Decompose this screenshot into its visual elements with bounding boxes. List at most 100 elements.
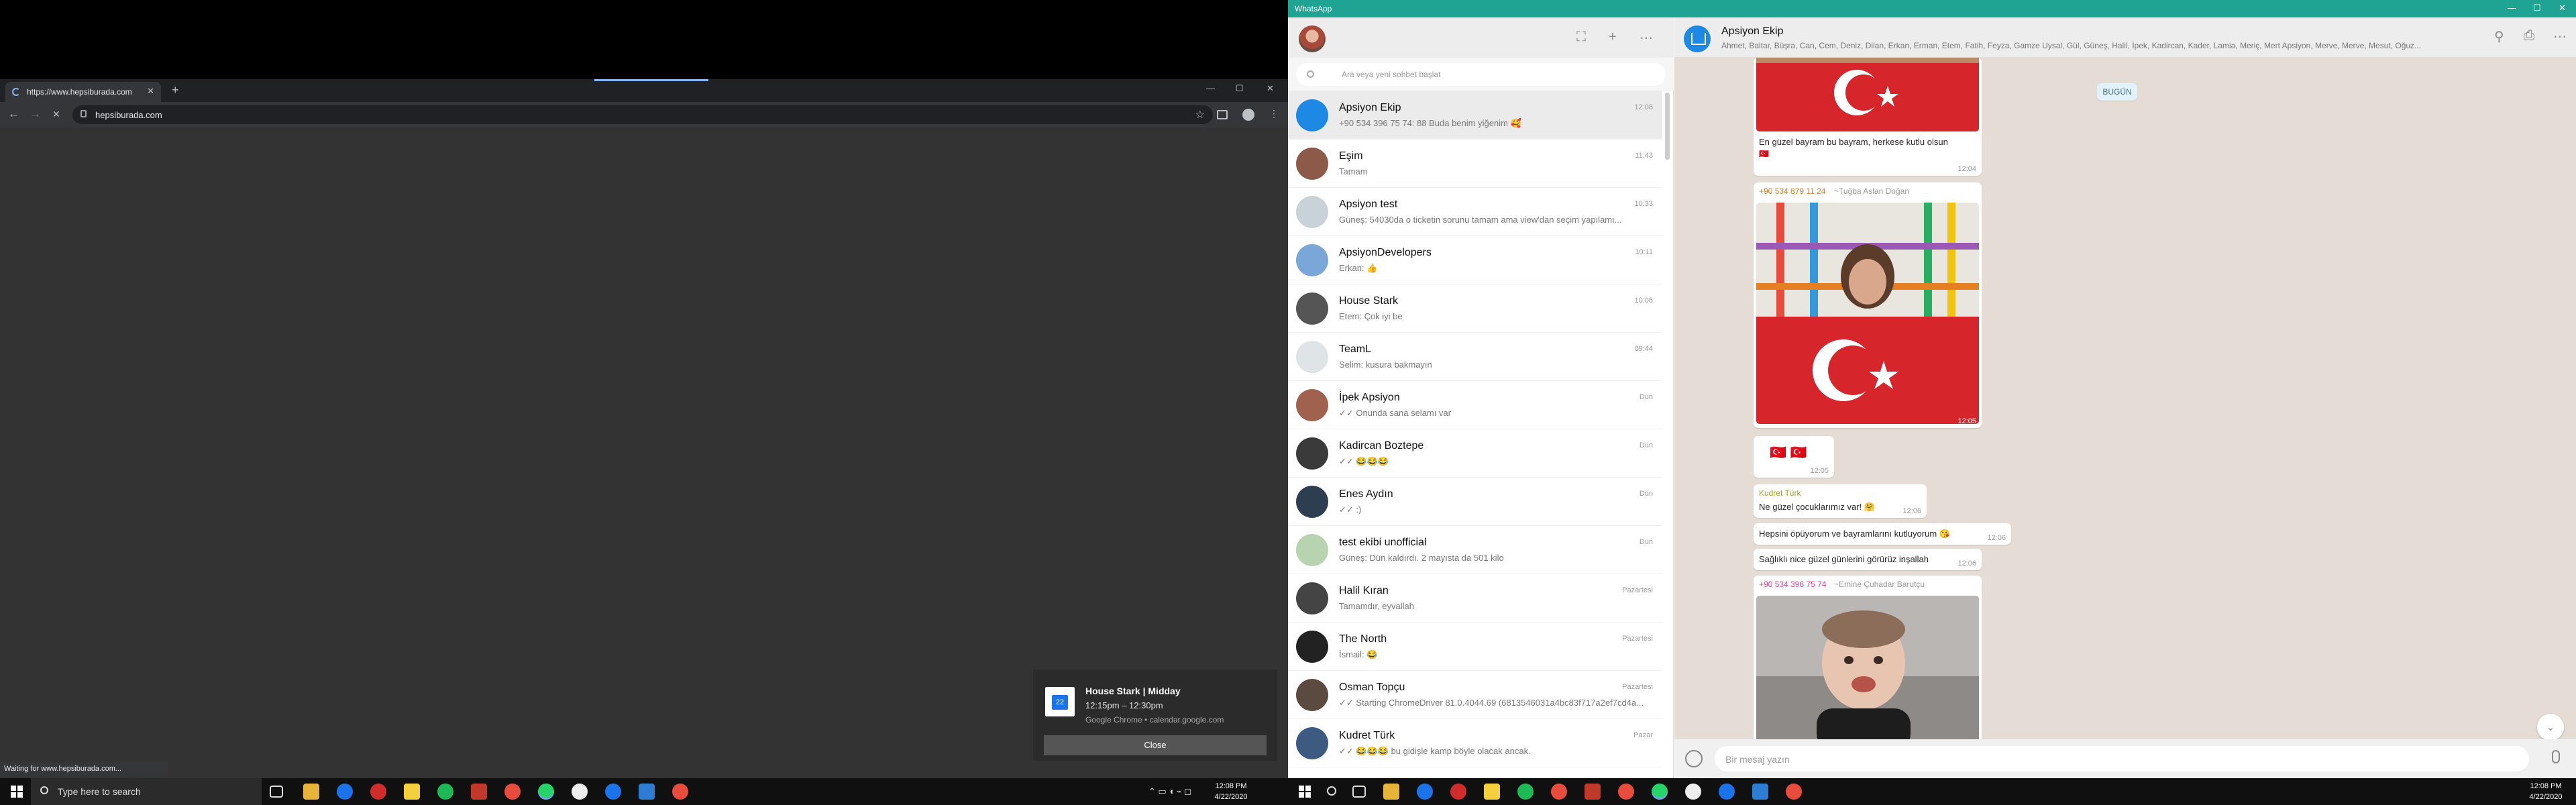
- chat-name: test ekibi unofficial: [1339, 537, 1427, 548]
- message-bubble[interactable]: Kudret Türk Ne güzel çocuklarımız var! 🤗…: [1754, 484, 1927, 518]
- opera-icon[interactable]: [370, 784, 386, 800]
- taskbar-search-placeholder: Type here to search: [58, 786, 141, 797]
- file-explorer-icon[interactable]: [303, 784, 319, 800]
- postman-icon[interactable]: [1752, 784, 1768, 800]
- bookmark-star-icon[interactable]: ☆: [1195, 108, 1205, 121]
- chat-list-item[interactable]: Osman Topçu Pazartesi ✓✓ Starting ChromeDr…: [1288, 671, 1662, 719]
- system-tray-icons[interactable]: ⌃ ▭ ◖ ⌁ ◻: [1148, 786, 1191, 797]
- app-icon[interactable]: [1685, 784, 1701, 800]
- windows-start-icon[interactable]: [1299, 786, 1311, 798]
- new-tab-button[interactable]: +: [172, 83, 179, 97]
- whatsapp-icon[interactable]: [1652, 784, 1668, 800]
- search-icon[interactable]: ⚲: [2494, 28, 2504, 45]
- profile-avatar-icon[interactable]: [1242, 109, 1254, 121]
- chat-list-scrollbar[interactable]: [1665, 93, 1670, 160]
- address-bar[interactable]: hepsiburada.com ☆: [72, 105, 1213, 124]
- chat-list-item[interactable]: TeamL 09:44 Selim: kusura bakmayın: [1288, 333, 1662, 381]
- chrome-icon[interactable]: [1551, 784, 1567, 800]
- chat-list-item[interactable]: Eşim 11:43 Tamam: [1288, 140, 1662, 188]
- chat-list-item[interactable]: The North Pazartesi İsmail: 😂: [1288, 623, 1662, 671]
- chrome-icon-2[interactable]: [672, 784, 688, 800]
- chrome-icon-2[interactable]: [1618, 784, 1634, 800]
- message-sender-phone: +90 534 879 11 24: [1759, 186, 1826, 196]
- task-view-icon[interactable]: [1352, 786, 1366, 798]
- extension-icon[interactable]: [1217, 110, 1228, 119]
- close-window-button[interactable]: ✕: [1267, 83, 1274, 94]
- forward-button[interactable]: →: [30, 107, 41, 121]
- message-bubble[interactable]: +90 534 879 11 24 ~Tuğba Aslan Doğan 12:…: [1754, 182, 1982, 428]
- chat-search-input[interactable]: Ara veya yeni sohbet başlat: [1296, 63, 1666, 86]
- task-view-icon[interactable]: [270, 786, 283, 798]
- maximize-button[interactable]: ☐: [2533, 3, 2541, 13]
- chat-list-item[interactable]: Halil Kıran Pazartesi Tamamdır, eyvallah: [1288, 574, 1662, 623]
- baby-photo[interactable]: [1756, 596, 1979, 739]
- message-list: En güzel bayram bu bayram, herkese kutlu…: [1674, 58, 2576, 739]
- chat-list-item[interactable]: test ekibi unofficial Dün Güneş: Dün kaldı…: [1288, 526, 1662, 574]
- opera-icon[interactable]: [1450, 784, 1466, 800]
- taskbar-clock[interactable]: 12:08 PM 4/22/2020: [1208, 781, 1254, 802]
- chat-list-item[interactable]: House Stark 10:06 Etem: Çok iyi be: [1288, 284, 1662, 333]
- chat-list-item[interactable]: Kadircan Boztepe Dün ✓✓ 😂😂😂: [1288, 429, 1662, 478]
- minimize-button[interactable]: —: [1206, 83, 1215, 93]
- message-bubble[interactable]: +90 534 396 75 74 ~Emine Çuhadar Barutçu: [1754, 576, 1982, 739]
- flag-emoji: 🇹🇷: [1759, 149, 1769, 158]
- edge-icon[interactable]: [1417, 784, 1433, 800]
- calendar-notification[interactable]: 22 House Stark | Midday 12:15pm – 12:30p…: [1033, 669, 1277, 761]
- maximize-button[interactable]: ☐: [1236, 83, 1244, 94]
- app-icon[interactable]: [572, 784, 588, 800]
- microphone-icon[interactable]: [2552, 750, 2560, 763]
- whatsapp-window: WhatsApp — ☐ ✕ ⛶ + ⋯ Ara veya yeni sohbe…: [1288, 0, 2576, 778]
- paint-icon[interactable]: [471, 784, 487, 800]
- taskbar-left: Type here to search ⌃ ▭ ◖ ⌁ ◻ 12:08 PM 4…: [0, 778, 1288, 805]
- chrome-menu-icon[interactable]: ⋮: [1269, 108, 1279, 119]
- message-time: 12:06: [1957, 559, 1976, 568]
- chrome-icon[interactable]: [504, 784, 521, 800]
- close-window-button[interactable]: ✕: [2559, 3, 2566, 13]
- chat-list-item[interactable]: ApsiyonDevelopers 10:11 Erkan: 👍: [1288, 236, 1662, 284]
- chat-list-item[interactable]: Enes Aydın Dün ✓✓ :): [1288, 478, 1662, 526]
- menu-icon[interactable]: ⋯: [1640, 30, 1653, 46]
- taskbar-search[interactable]: Type here to search: [31, 778, 262, 805]
- message-bubble[interactable]: En güzel bayram bu bayram, herkese kutlu…: [1754, 58, 1982, 176]
- conversation-header[interactable]: Apsiyon Ekip Ahmet, Baltar, Büşra, Can, …: [1674, 17, 2576, 58]
- ie-icon[interactable]: [605, 784, 621, 800]
- search-icon[interactable]: [1327, 786, 1336, 796]
- attach-icon[interactable]: ⎙: [2524, 28, 2534, 44]
- sticky-notes-icon[interactable]: [404, 784, 420, 800]
- message-bubble[interactable]: 🇹🇷 🇹🇷 12:05: [1754, 436, 1834, 478]
- my-avatar[interactable]: [1299, 25, 1326, 52]
- browser-tab[interactable]: https://www.hepsiburada.com ✕: [5, 82, 161, 102]
- taskbar-clock[interactable]: 12:08 PM 4/22/2020: [2522, 781, 2569, 802]
- chat-list-item[interactable]: Kudret Türk Pazar ✓✓ 😂😂😂 bu gidişle kamp b…: [1288, 719, 1662, 767]
- stop-loading-button[interactable]: ✕: [52, 109, 60, 120]
- new-chat-icon[interactable]: +: [1609, 30, 1617, 45]
- scroll-down-button[interactable]: ⌄: [2537, 714, 2564, 739]
- spotify-icon[interactable]: [1517, 784, 1534, 800]
- chrome-icon-3[interactable]: [1786, 784, 1802, 800]
- postman-icon[interactable]: [639, 784, 655, 800]
- status-icon[interactable]: ⛶: [1576, 30, 1586, 45]
- edge-icon[interactable]: [337, 784, 353, 800]
- group-avatar[interactable]: [1684, 25, 1711, 52]
- ie-icon[interactable]: [1719, 784, 1735, 800]
- message-bubble[interactable]: Hepsini öpüyorum ve bayramlarını kutluyo…: [1754, 523, 2011, 545]
- emoji-icon[interactable]: [1685, 750, 1703, 767]
- whatsapp-icon[interactable]: [538, 784, 554, 800]
- message-bubble[interactable]: Sağlıklı nice güzel günlerini görürüz in…: [1754, 549, 1982, 570]
- back-button[interactable]: ←: [8, 107, 19, 121]
- file-explorer-icon[interactable]: [1383, 784, 1399, 800]
- sticky-notes-icon[interactable]: [1484, 784, 1500, 800]
- chat-list-item[interactable]: Apsiyon test 10:33 Güneş: 54030da o ticket…: [1288, 188, 1662, 236]
- chat-avatar: [1296, 292, 1328, 325]
- notification-close-button[interactable]: Close: [1044, 735, 1267, 755]
- paint-icon[interactable]: [1585, 784, 1601, 800]
- windows-start-icon[interactable]: [11, 786, 23, 798]
- spotify-icon[interactable]: [437, 784, 453, 800]
- chat-list-item[interactable]: İpek Apsiyon Dün ✓✓ Onunda sana selamı var: [1288, 381, 1662, 429]
- message-input[interactable]: Bir mesaj yazın: [1715, 746, 2529, 771]
- chat-list-item[interactable]: Apsiyon Ekip 12:08 +90 534 396 75 74: 88 B…: [1288, 91, 1662, 140]
- minimize-button[interactable]: —: [2508, 3, 2516, 13]
- child-flag-photo[interactable]: [1756, 203, 1979, 424]
- tab-close-icon[interactable]: ✕: [147, 86, 154, 97]
- conversation-menu-icon[interactable]: ⋯: [2553, 28, 2567, 45]
